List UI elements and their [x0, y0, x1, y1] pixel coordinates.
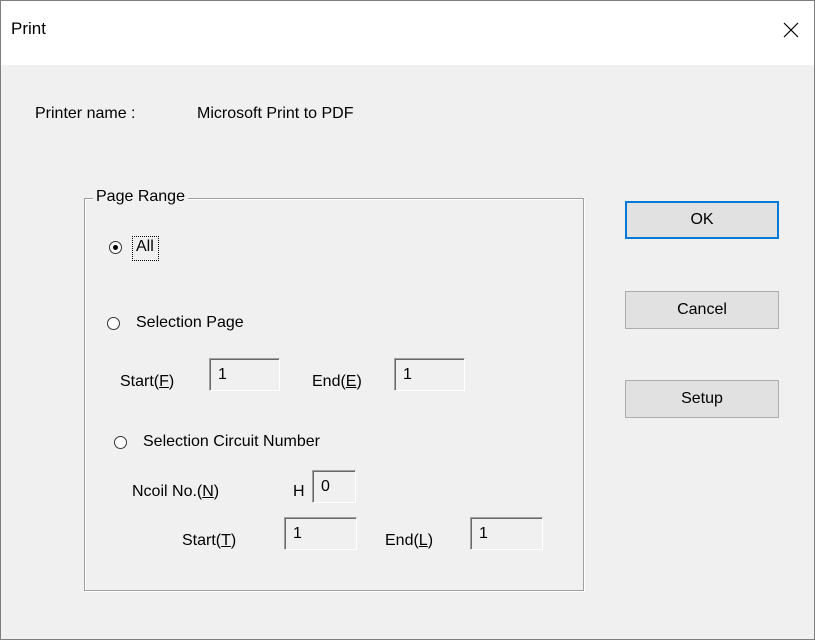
close-icon	[783, 22, 799, 38]
circuit-end-input[interactable]	[470, 517, 543, 550]
radio-selection-page[interactable]	[107, 317, 120, 330]
circuit-end-label: End(L)	[385, 532, 434, 549]
page-start-input[interactable]	[209, 358, 280, 391]
radio-selected-dot	[113, 245, 118, 250]
cancel-button[interactable]: Cancel	[625, 291, 779, 329]
page-end-label: End(E)	[312, 373, 362, 390]
page-range-title: Page Range	[93, 188, 188, 206]
setup-button[interactable]: Setup	[625, 380, 779, 418]
ncoil-input[interactable]	[312, 470, 356, 503]
window-title: Print	[11, 19, 46, 38]
circuit-start-label: Start(T)	[182, 532, 237, 549]
radio-selection-circuit[interactable]	[114, 436, 127, 449]
circuit-start-input[interactable]	[284, 517, 357, 550]
close-button[interactable]	[768, 1, 814, 59]
radio-all-label[interactable]: All	[136, 238, 154, 256]
ok-button[interactable]: OK	[625, 201, 779, 239]
print-dialog: Print Printer name : Microsoft Print to …	[0, 0, 815, 640]
radio-selection-circuit-label[interactable]: Selection Circuit Number	[143, 433, 320, 451]
ncoil-label: Ncoil No.(N)	[132, 483, 220, 500]
printer-name-label: Printer name :	[35, 105, 136, 122]
ncoil-h-label: H	[293, 483, 305, 500]
printer-name-value: Microsoft Print to PDF	[197, 105, 354, 122]
radio-all[interactable]	[109, 241, 122, 254]
radio-selection-page-label[interactable]: Selection Page	[136, 314, 244, 332]
page-end-input[interactable]	[394, 358, 465, 391]
title-bar: Print	[1, 1, 814, 65]
page-start-label: Start(F)	[120, 373, 175, 390]
